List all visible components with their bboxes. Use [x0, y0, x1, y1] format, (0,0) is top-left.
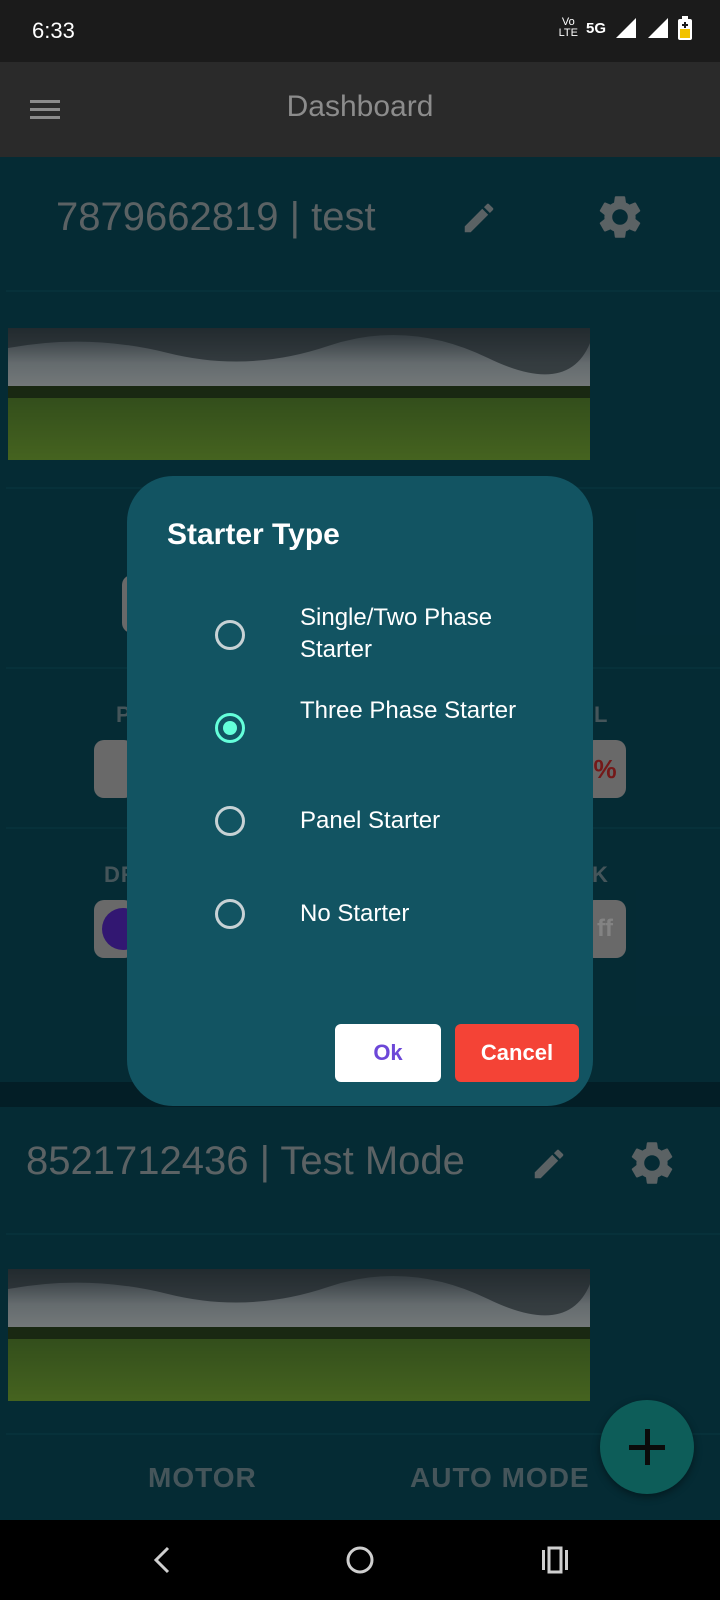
starter-type-dialog: Starter Type Single/Two Phase Starter Th…: [127, 476, 593, 1106]
radio-button-selected[interactable]: [215, 713, 245, 743]
recent-apps-icon[interactable]: [540, 1544, 570, 1576]
home-icon[interactable]: [344, 1544, 376, 1576]
page-title: Dashboard: [286, 90, 434, 123]
network-type: 5G: [585, 19, 606, 37]
status-bar: 6:33 Vo LTE 5G: [0, 0, 720, 62]
ok-button[interactable]: Ok: [335, 1024, 441, 1082]
battery-charging-icon: [678, 16, 692, 40]
option-label: Three Phase Starter: [300, 697, 517, 724]
starter-option-panel[interactable]: Panel Starter: [127, 774, 593, 864]
radio-button[interactable]: [215, 620, 245, 650]
radio-dot: [223, 721, 237, 735]
plus-icon: [629, 1429, 665, 1465]
radio-button[interactable]: [215, 899, 245, 929]
radio-button[interactable]: [215, 806, 245, 836]
starter-option-three-phase[interactable]: Three Phase Starter: [127, 681, 593, 771]
volte-indicator: Vo LTE: [558, 16, 578, 39]
option-label: No Starter: [300, 900, 410, 927]
option-label: Panel Starter: [300, 807, 441, 834]
option-label: Single/Two Phase Starter: [300, 604, 493, 663]
starter-option-none[interactable]: No Starter: [127, 867, 593, 957]
signal-icon: [616, 18, 636, 38]
back-icon[interactable]: [148, 1544, 176, 1576]
app-bar: Dashboard: [0, 62, 720, 157]
dialog-title: Starter Type: [167, 518, 340, 551]
status-icons: Vo LTE 5G: [559, 16, 692, 40]
starter-option-single-two-phase[interactable]: Single/Two Phase Starter: [127, 588, 593, 678]
signal-icon: [648, 18, 668, 38]
cancel-button[interactable]: Cancel: [455, 1024, 579, 1082]
status-time: 6:33: [32, 18, 75, 43]
add-device-button[interactable]: [600, 1400, 694, 1494]
navigation-bar: [0, 1520, 720, 1600]
